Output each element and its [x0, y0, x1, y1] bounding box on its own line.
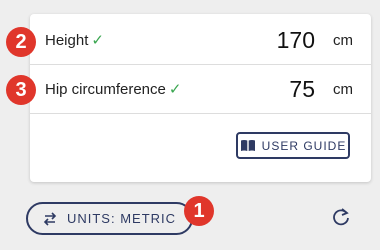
step-badge-1: 1	[184, 196, 214, 226]
height-row[interactable]: Height ✓ 170 cm	[30, 16, 371, 64]
step-badge-3: 3	[6, 75, 36, 105]
refresh-icon	[333, 208, 349, 226]
hip-unit: cm	[333, 80, 353, 98]
hip-row[interactable]: Hip circumference ✓ 75 cm	[30, 64, 371, 114]
units-label: UNITS: METRIC	[66, 211, 177, 226]
units-toggle-button[interactable]: UNITS: METRIC	[26, 202, 193, 235]
user-guide-label: USER GUIDE	[261, 138, 347, 153]
check-icon: ✓	[91, 32, 104, 49]
height-label: Height ✓	[45, 32, 104, 49]
measurements-card: Height ✓ 170 cm Hip circumference ✓ 75 cm …	[30, 14, 371, 182]
hip-label: Hip circumference ✓	[45, 81, 182, 98]
hip-value[interactable]: 75	[289, 76, 315, 103]
user-guide-button[interactable]: USER GUIDE	[236, 132, 350, 159]
step-badge-2: 2	[6, 27, 36, 57]
refresh-button[interactable]	[330, 206, 352, 228]
height-unit: cm	[333, 31, 353, 49]
swap-arrows-icon	[43, 211, 57, 226]
height-value[interactable]: 170	[277, 27, 315, 54]
check-icon: ✓	[168, 81, 182, 98]
book-icon	[240, 140, 255, 151]
